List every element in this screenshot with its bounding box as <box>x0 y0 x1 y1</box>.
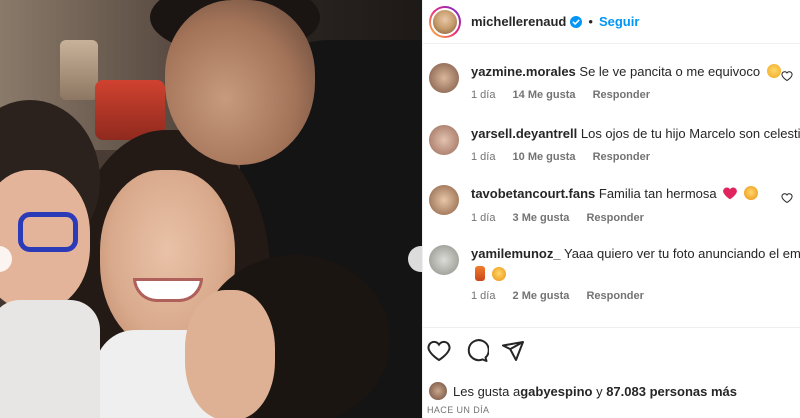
heart-eyes-emoji-icon <box>743 186 758 200</box>
commenter-avatar[interactable] <box>429 245 459 275</box>
comment-username[interactable]: yarsell.deyantrell <box>471 126 577 141</box>
emoji-icon <box>475 266 485 281</box>
like-comment-icon[interactable] <box>781 70 793 82</box>
reply-button[interactable]: Responder <box>586 290 643 302</box>
comment-text: Los ojos de tu hijo Marcelo son celestia <box>580 126 800 141</box>
photo-background-object <box>60 40 98 100</box>
likes-count[interactable]: 87.083 personas más <box>606 384 737 399</box>
author-username[interactable]: michellerenaud <box>471 14 566 29</box>
comment-item: yazmine.morales Se le ve pancita o me eq… <box>423 44 800 104</box>
commenter-avatar[interactable] <box>429 63 459 93</box>
reply-button[interactable]: Responder <box>586 212 643 224</box>
comment-likes[interactable]: 14 Me gusta <box>513 89 576 101</box>
comment-likes[interactable]: 10 Me gusta <box>513 151 576 163</box>
comment-item: yamilemunoz_ Yaaa quiero ver tu foto anu… <box>423 226 800 306</box>
comment-time: 1 día <box>471 290 496 302</box>
post-header: michellerenaud • Seguir <box>423 0 800 44</box>
comment-likes[interactable]: 3 Me gusta <box>513 212 570 224</box>
comment-text: Familia tan hermosa <box>598 186 717 201</box>
red-heart-emoji-icon <box>723 187 738 200</box>
post-photo[interactable] <box>0 0 422 418</box>
separator-dot: • <box>588 14 593 29</box>
share-icon[interactable] <box>501 339 525 363</box>
comment-meta: 1 día 2 Me gusta Responder <box>471 290 658 302</box>
liker-avatar <box>429 382 447 400</box>
post-actions <box>423 339 800 369</box>
comment-item: yarsell.deyantrell Los ojos de tu hijo M… <box>423 106 800 166</box>
reply-button[interactable]: Responder <box>593 89 650 101</box>
photo-figure <box>165 0 315 165</box>
comment-likes[interactable]: 2 Me gusta <box>513 290 570 302</box>
comments-list[interactable]: yazmine.morales Se le ve pancita o me eq… <box>423 44 800 327</box>
post-sidebar: michellerenaud • Seguir yazmine.morales … <box>422 0 800 418</box>
reply-button[interactable]: Responder <box>593 151 650 163</box>
comment-meta: 1 día 14 Me gusta Responder <box>471 89 664 101</box>
comment-text: Yaaa quiero ver tu foto anunciando el em… <box>563 246 800 261</box>
photo-figure <box>18 212 78 252</box>
heart-eyes-emoji-icon <box>491 267 506 281</box>
comment-text: Se le ve pancita o me equivoco <box>579 64 761 79</box>
author-avatar[interactable] <box>429 5 461 38</box>
liker-username[interactable]: gabyespino <box>520 384 592 399</box>
likes-middle: y <box>592 383 607 399</box>
post-time-ago: HACE UN DÍA <box>427 405 490 415</box>
comment-meta: 1 día 3 Me gusta Responder <box>471 212 658 224</box>
heart-icon[interactable] <box>427 339 451 363</box>
photo-figure <box>185 290 275 418</box>
divider <box>423 327 800 328</box>
comment-username[interactable]: yazmine.morales <box>471 64 576 79</box>
follow-button[interactable]: Seguir <box>599 14 639 29</box>
like-comment-icon[interactable] <box>781 192 793 204</box>
photo-figure <box>0 300 100 418</box>
comment-username[interactable]: yamilemunoz_ <box>471 246 561 261</box>
commenter-avatar[interactable] <box>429 125 459 155</box>
comment-item: tavobetancourt.fans Familia tan hermosa … <box>423 166 800 226</box>
comment-username[interactable]: tavobetancourt.fans <box>471 186 595 201</box>
comment-time: 1 día <box>471 212 496 224</box>
likes-prefix: Les gusta a <box>453 383 521 399</box>
commenter-avatar[interactable] <box>429 185 459 215</box>
comment-icon[interactable] <box>465 339 489 363</box>
comment-meta: 1 día 10 Me gusta Responder <box>471 151 664 163</box>
verified-badge-icon <box>570 15 583 28</box>
smiling-face-emoji-icon <box>766 64 781 78</box>
comment-time: 1 día <box>471 89 496 101</box>
likes-summary: Les gusta a gabyespino y 87.083 personas… <box>429 382 737 400</box>
comment-time: 1 día <box>471 151 496 163</box>
